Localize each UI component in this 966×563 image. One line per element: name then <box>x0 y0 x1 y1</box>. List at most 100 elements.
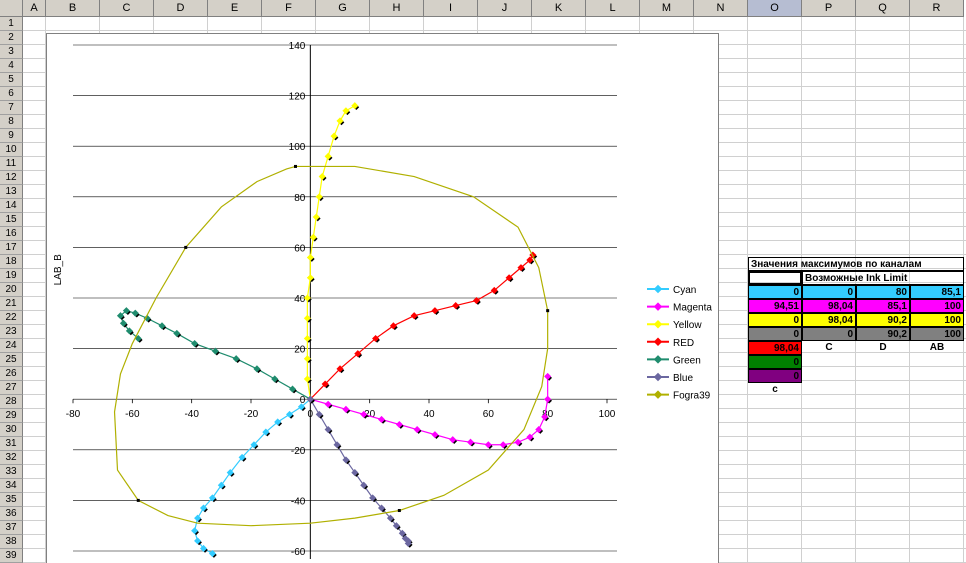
x-tick-label: 60 <box>483 409 495 420</box>
label-ab: AB <box>929 342 945 353</box>
row-header-19[interactable]: 19 <box>0 269 23 283</box>
table-cell-p[interactable]: 98,04 <box>802 299 856 313</box>
table-cell-o-extra[interactable]: 98,04 <box>748 341 802 355</box>
column-header-o[interactable]: O <box>748 0 802 17</box>
row-header-6[interactable]: 6 <box>0 87 23 101</box>
embedded-chart[interactable]: 140 120 100 80 60 40 20 0 -20 -40 -60 -80 -60 -40 -20 0… <box>46 33 719 563</box>
row-header-31[interactable]: 31 <box>0 437 23 451</box>
row-header-28[interactable]: 28 <box>0 395 23 409</box>
table-cell-p[interactable]: 98,04 <box>802 313 856 327</box>
table-cell-o[interactable]: 0 <box>748 285 802 299</box>
row-header-24[interactable]: 24 <box>0 339 23 353</box>
table-cell-r[interactable]: 100 <box>910 313 964 327</box>
row-header-13[interactable]: 13 <box>0 185 23 199</box>
row-header-22[interactable]: 22 <box>0 311 23 325</box>
table-cell-q[interactable]: 85,1 <box>856 299 910 313</box>
row-header-34[interactable]: 34 <box>0 479 23 493</box>
column-header-h[interactable]: H <box>370 0 424 17</box>
column-header-l[interactable]: L <box>586 0 640 17</box>
table-subtitle: Возможные Ink Limit <box>802 271 964 285</box>
column-header-n[interactable]: N <box>694 0 748 17</box>
column-header-q[interactable]: Q <box>856 0 910 17</box>
column-header-m[interactable]: M <box>640 0 694 17</box>
row-header-3[interactable]: 3 <box>0 45 23 59</box>
row-header-18[interactable]: 18 <box>0 255 23 269</box>
row-header-15[interactable]: 15 <box>0 213 23 227</box>
row-header-14[interactable]: 14 <box>0 199 23 213</box>
row-gridline <box>23 30 966 31</box>
column-header-g[interactable]: G <box>316 0 370 17</box>
row-header-38[interactable]: 38 <box>0 535 23 549</box>
row-header-35[interactable]: 35 <box>0 493 23 507</box>
row-header-36[interactable]: 36 <box>0 507 23 521</box>
label-d: D <box>879 342 887 353</box>
y-tick-label: -40 <box>291 496 306 507</box>
table-cell-p[interactable]: 0 <box>802 285 856 299</box>
row-header-20[interactable]: 20 <box>0 283 23 297</box>
table-cell-r[interactable]: 85,1 <box>910 285 964 299</box>
legend-label: Green <box>673 355 701 366</box>
column-header-a[interactable]: A <box>23 0 46 17</box>
column-header-b[interactable]: B <box>46 0 100 17</box>
column-header-k[interactable]: K <box>532 0 586 17</box>
row-header-11[interactable]: 11 <box>0 157 23 171</box>
table-cell-o[interactable]: 94,51 <box>748 299 802 313</box>
x-tick-label: -40 <box>184 409 199 420</box>
legend-swatch-marker <box>653 372 663 382</box>
row-header-9[interactable]: 9 <box>0 129 23 143</box>
table-cell-r[interactable]: 100 <box>910 299 964 313</box>
row-header-32[interactable]: 32 <box>0 451 23 465</box>
row-header-37[interactable]: 37 <box>0 521 23 535</box>
row-header-29[interactable]: 29 <box>0 409 23 423</box>
row-header-21[interactable]: 21 <box>0 297 23 311</box>
table-cell-q[interactable]: 90,2 <box>856 313 910 327</box>
table-cell-q[interactable]: 80 <box>856 285 910 299</box>
fogra39-point <box>294 164 297 168</box>
row-header-16[interactable]: 16 <box>0 227 23 241</box>
row-header-39[interactable]: 39 <box>0 549 23 563</box>
row-header-23[interactable]: 23 <box>0 325 23 339</box>
row-header-2[interactable]: 2 <box>0 31 23 45</box>
table-cell-o-extra[interactable]: 0 <box>748 369 802 383</box>
table-cell-o-extra[interactable]: 0 <box>748 355 802 369</box>
y-tick-label: 60 <box>294 243 306 254</box>
column-header-p[interactable]: P <box>802 0 856 17</box>
column-header-j[interactable]: J <box>478 0 532 17</box>
row-header-25[interactable]: 25 <box>0 353 23 367</box>
column-header-e[interactable]: E <box>208 0 262 17</box>
row-header-26[interactable]: 26 <box>0 367 23 381</box>
y-tick-label: 40 <box>294 294 306 305</box>
row-header-17[interactable]: 17 <box>0 241 23 255</box>
selected-cell[interactable] <box>748 271 802 285</box>
row-header-12[interactable]: 12 <box>0 171 23 185</box>
table-cell-r[interactable]: 100 <box>910 327 964 341</box>
legend-swatch-marker <box>653 337 663 347</box>
table-cell-p[interactable]: 0 <box>802 327 856 341</box>
column-header-i[interactable]: I <box>424 0 478 17</box>
column-header-r[interactable]: R <box>910 0 964 17</box>
table-cell-o[interactable]: 0 <box>748 327 802 341</box>
select-all-corner[interactable] <box>0 0 23 17</box>
legend-swatch-marker <box>653 390 663 399</box>
row-header-8[interactable]: 8 <box>0 115 23 129</box>
x-tick-label: 40 <box>423 409 435 420</box>
y-tick-label: 120 <box>289 92 306 103</box>
fogra39-point <box>397 509 401 513</box>
column-header-f[interactable]: F <box>262 0 316 17</box>
column-header-d[interactable]: D <box>154 0 208 17</box>
row-header-30[interactable]: 30 <box>0 423 23 437</box>
fogra39-point <box>184 245 188 249</box>
y-tick-label: -20 <box>291 446 306 457</box>
table-cell-o[interactable]: 0 <box>748 313 802 327</box>
row-header-27[interactable]: 27 <box>0 381 23 395</box>
series-line-cyan <box>194 398 311 555</box>
legend-label: RED <box>673 338 694 349</box>
column-header-c[interactable]: C <box>100 0 154 17</box>
row-header-1[interactable]: 1 <box>0 17 23 31</box>
row-header-7[interactable]: 7 <box>0 101 23 115</box>
table-cell-q[interactable]: 90,2 <box>856 327 910 341</box>
row-header-5[interactable]: 5 <box>0 73 23 87</box>
row-header-4[interactable]: 4 <box>0 59 23 73</box>
row-header-10[interactable]: 10 <box>0 143 23 157</box>
row-header-33[interactable]: 33 <box>0 465 23 479</box>
